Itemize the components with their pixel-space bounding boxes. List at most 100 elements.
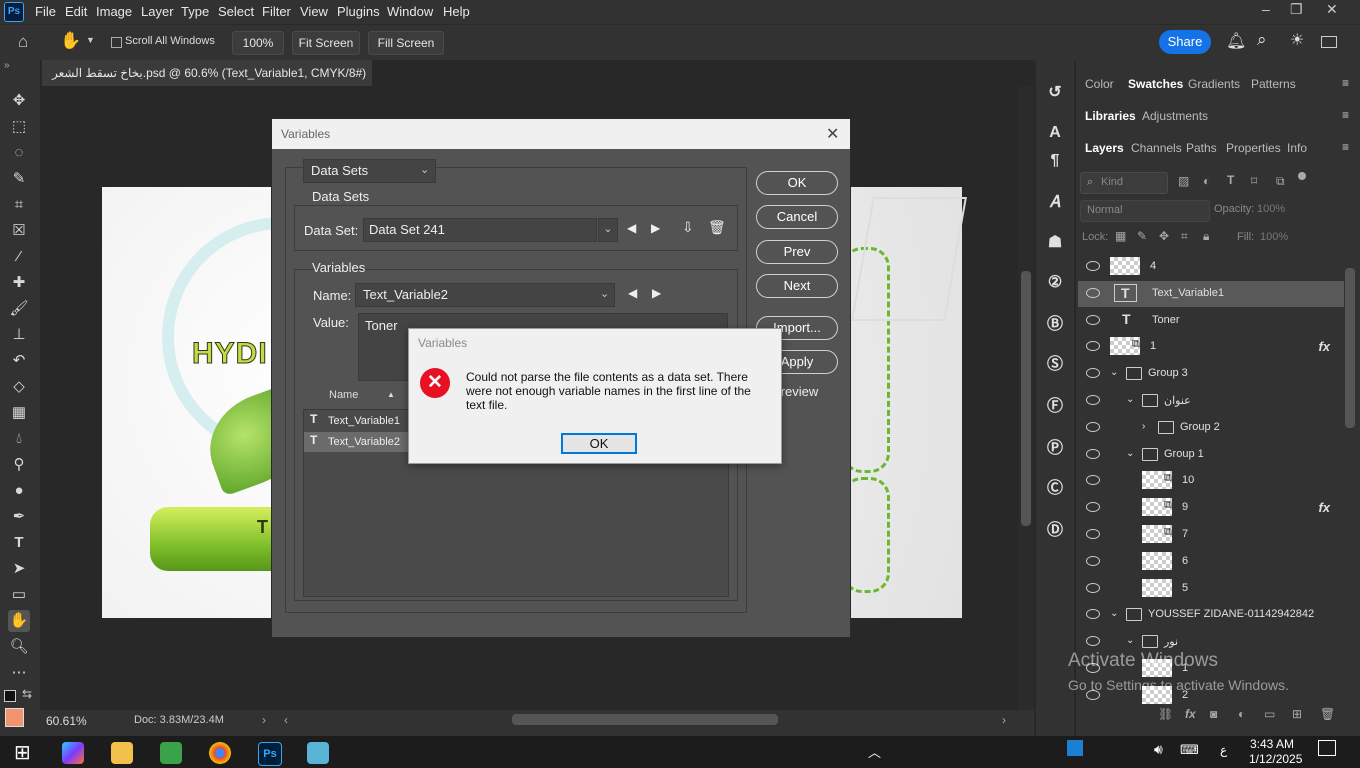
eye-icon[interactable] <box>1086 609 1100 619</box>
tab-adjustments[interactable]: Adjustments <box>1142 109 1208 123</box>
chevron-down-icon[interactable]: ▼ <box>86 35 95 45</box>
layer-row[interactable]: 5 <box>1078 576 1344 602</box>
plugin-c-icon[interactable]: Ⓒ <box>1044 478 1066 500</box>
document-tab[interactable]: بخاخ تسقط الشعر.psd @ 60.6% (Text_Variab… <box>42 60 372 106</box>
fit-screen-button[interactable]: Fit Screen <box>292 31 360 55</box>
chevron-icon[interactable]: ⌄ <box>1126 448 1134 459</box>
close-icon[interactable]: ✕ <box>1326 1 1338 18</box>
error-ok-button[interactable]: OK <box>561 433 637 454</box>
tab-color[interactable]: Color <box>1085 77 1114 91</box>
eye-icon[interactable] <box>1086 368 1100 378</box>
layer-row[interactable]: › Group 2 <box>1078 415 1344 441</box>
variables-dialog-titlebar[interactable]: Variables ✕ <box>272 119 850 149</box>
cancel-button[interactable]: Cancel <box>756 205 838 229</box>
bell-icon[interactable]: 🔔︎ <box>1226 31 1246 51</box>
chevron-icon[interactable]: ⌄ <box>1126 394 1134 405</box>
lock-image-icon[interactable]: ✎ <box>1137 229 1147 243</box>
chevron-icon[interactable]: ⌄ <box>1110 608 1118 619</box>
vertical-scroll-thumb[interactable] <box>1021 271 1031 526</box>
filter-pixel-icon[interactable]: ▨ <box>1178 174 1189 188</box>
layer-row[interactable]: ⧉ 7 <box>1078 522 1344 548</box>
tab-paths[interactable]: Paths <box>1186 141 1217 155</box>
prev-dataset-icon[interactable]: ◀ <box>627 221 636 235</box>
filter-toggle-icon[interactable] <box>1298 172 1306 180</box>
rectangle-tool-icon[interactable]: ▭ <box>8 584 30 606</box>
menu-select[interactable]: Select <box>218 4 254 19</box>
link-layers-icon[interactable]: ⛓ <box>1158 707 1173 721</box>
dataset-select[interactable]: Data Set 241 <box>363 218 597 242</box>
eyedropper-tool-icon[interactable]: ⁄ <box>8 246 30 268</box>
chevron-icon[interactable]: ⌄ <box>1110 367 1118 378</box>
chrome-icon[interactable] <box>209 742 231 764</box>
tray-app-icon[interactable] <box>1067 740 1083 756</box>
crop-tool-icon[interactable]: ⌗ <box>8 194 30 216</box>
new-group-icon[interactable]: ▭ <box>1264 707 1275 721</box>
filter-kind-select[interactable]: ⌕ Kind <box>1080 172 1168 194</box>
layer-row[interactable]: ⌄ Group 3 <box>1078 361 1344 387</box>
frame-tool-icon[interactable]: ☒ <box>8 220 30 242</box>
next-dataset-icon[interactable]: ▶ <box>651 221 660 235</box>
character-panel-icon[interactable]: A <box>1044 122 1066 144</box>
menu-help[interactable]: Help <box>443 4 470 19</box>
zoom-level[interactable]: 60.61% <box>46 714 87 728</box>
menu-view[interactable]: View <box>300 4 328 19</box>
brushes-panel-icon[interactable]: ☗ <box>1044 232 1066 254</box>
horizontal-scroll-thumb[interactable] <box>512 714 778 725</box>
next-button[interactable]: Next <box>756 274 838 298</box>
plugin-p-icon[interactable]: Ⓟ <box>1044 438 1066 460</box>
clock-time[interactable]: 3:43 AM <box>1250 737 1294 751</box>
layer-row[interactable]: ⧉ 1 fx <box>1078 334 1344 360</box>
panel-menu-icon[interactable]: ≡ <box>1342 76 1349 90</box>
menu-file[interactable]: File <box>35 4 56 19</box>
path-select-tool-icon[interactable]: ➤ <box>8 558 30 580</box>
eye-icon[interactable] <box>1086 583 1100 593</box>
app-green-icon[interactable] <box>160 742 182 764</box>
tab-libraries[interactable]: Libraries <box>1085 109 1136 123</box>
plugin-b-icon[interactable]: Ⓑ <box>1044 314 1066 336</box>
filter-type-icon[interactable]: T <box>1227 173 1234 187</box>
menu-edit[interactable]: Edit <box>65 4 87 19</box>
tab-patterns[interactable]: Patterns <box>1251 77 1296 91</box>
layer-row[interactable]: ⧉ 10 <box>1078 468 1344 494</box>
menu-plugins[interactable]: Plugins <box>337 4 380 19</box>
marquee-tool-icon[interactable]: ⬚ <box>8 116 30 138</box>
eye-icon[interactable] <box>1086 261 1100 271</box>
foreground-color-swatch[interactable] <box>5 708 24 727</box>
windows-start-icon[interactable]: ⊞ <box>14 740 31 765</box>
layer-row[interactable]: ⌄ Group 1 <box>1078 442 1344 468</box>
photoshop-logo[interactable]: Ps <box>4 2 24 22</box>
stamp-tool-icon[interactable]: ⊥ <box>8 324 30 346</box>
panel-menu-icon[interactable]: ≡ <box>1342 108 1349 122</box>
zoom-tool-icon[interactable]: 🔍︎ <box>8 636 30 658</box>
eye-icon[interactable] <box>1086 502 1100 512</box>
language-indicator[interactable]: ع <box>1220 743 1227 757</box>
update-dataset-icon[interactable]: ⇩ <box>682 219 694 236</box>
prev-variable-icon[interactable]: ◀ <box>628 286 637 300</box>
eye-icon[interactable] <box>1086 529 1100 539</box>
menu-layer[interactable]: Layer <box>141 4 174 19</box>
brush-tool-icon[interactable]: 🖌︎ <box>8 298 30 320</box>
prev-button[interactable]: Prev <box>756 240 838 264</box>
layer-row[interactable]: ⌄ عنوان <box>1078 388 1344 414</box>
quick-select-tool-icon[interactable]: ✎ <box>8 168 30 190</box>
eye-icon[interactable] <box>1086 315 1100 325</box>
fill-value[interactable]: 100% <box>1260 231 1288 243</box>
add-mask-icon[interactable]: ◙ <box>1210 707 1217 721</box>
copilot-icon[interactable] <box>62 742 84 764</box>
menu-filter[interactable]: Filter <box>262 4 291 19</box>
file-explorer-icon[interactable] <box>111 742 133 764</box>
share-button[interactable]: Share <box>1159 30 1211 54</box>
delete-layer-icon[interactable]: 🗑︎ <box>1320 707 1335 721</box>
variable-name-select[interactable]: Text_Variable2 ⌄ <box>355 283 615 307</box>
app-blue-icon[interactable] <box>307 742 329 764</box>
lock-transparent-icon[interactable]: ▦ <box>1115 229 1126 243</box>
eye-icon[interactable] <box>1086 475 1100 485</box>
chevron-icon[interactable]: ⌄ <box>1126 635 1134 646</box>
eye-icon[interactable] <box>1086 636 1100 646</box>
more-tools-icon[interactable]: ⋯ <box>8 662 30 684</box>
close-icon[interactable]: ✕ <box>826 124 839 144</box>
clock-date[interactable]: 1/12/2025 <box>1249 752 1302 766</box>
blend-mode-select[interactable]: Normal <box>1080 200 1210 222</box>
eye-icon[interactable] <box>1086 395 1100 405</box>
dodge-tool-icon[interactable]: ⚲ <box>8 454 30 476</box>
